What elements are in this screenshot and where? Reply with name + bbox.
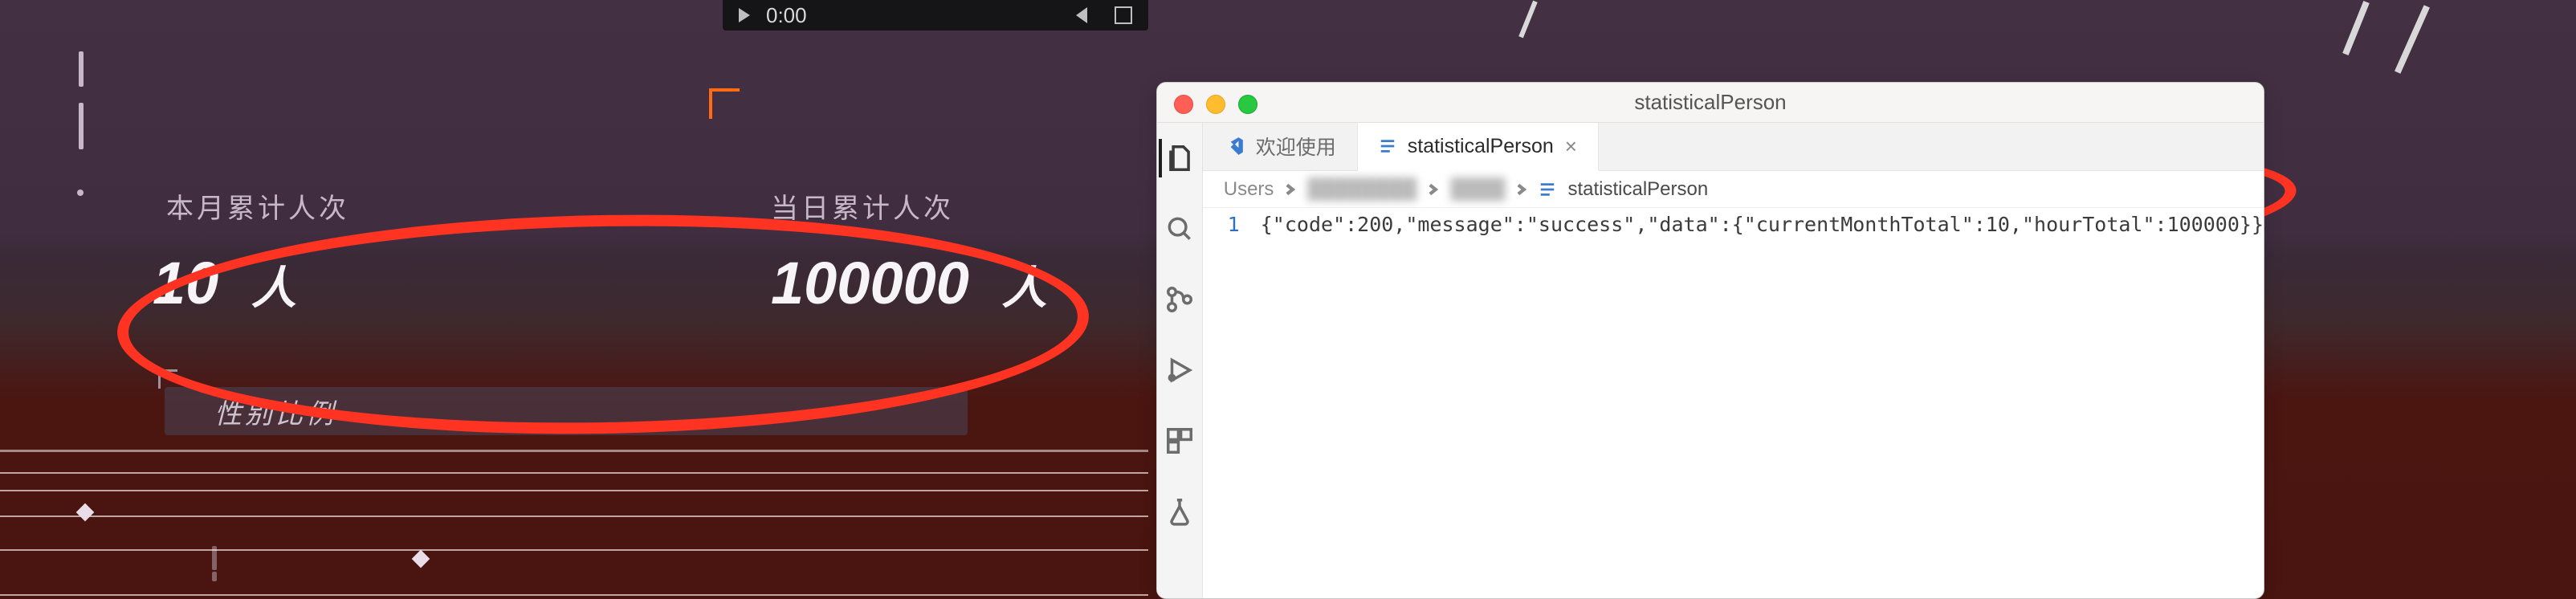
editor-area: 欢迎使用 statisticalPerson × Users ████████ … xyxy=(1203,123,2264,599)
breadcrumb-blur-1: ████████ xyxy=(1307,178,1416,201)
window-titlebar[interactable]: statisticalPerson xyxy=(1157,83,2264,123)
metric-label-day: 当日累计人次 xyxy=(771,186,954,226)
debug-icon[interactable] xyxy=(1160,351,1199,389)
window-traffic-lights xyxy=(1174,95,1257,114)
tab-row: 欢迎使用 statisticalPerson × xyxy=(1203,123,2264,171)
vscode-window: statisticalPerson 欢迎使用 statisticalPerson… xyxy=(1156,82,2264,599)
fullscreen-icon[interactable] xyxy=(1115,6,1132,24)
chevron-right-icon xyxy=(1516,184,1527,195)
file-lines-icon xyxy=(1379,137,1396,155)
tab-welcome[interactable]: 欢迎使用 xyxy=(1203,122,1358,170)
chevron-right-icon xyxy=(1285,184,1296,195)
breadcrumb-file: statisticalPerson xyxy=(1567,178,1708,201)
breadcrumb-root: Users xyxy=(1224,178,1274,201)
window-title: statisticalPerson xyxy=(1634,90,1786,115)
source-control-icon[interactable] xyxy=(1160,280,1199,319)
chevron-right-icon xyxy=(1428,184,1439,195)
breadcrumb-blur-2: ████ xyxy=(1450,178,1505,201)
corner-frame-icon xyxy=(709,88,740,119)
search-icon[interactable] xyxy=(1160,210,1199,248)
explorer-icon[interactable] xyxy=(1159,139,1197,177)
code-line[interactable]: {"code":200,"message":"success","data":{… xyxy=(1261,213,2264,236)
extensions-icon[interactable] xyxy=(1160,422,1199,460)
maximize-window-button[interactable] xyxy=(1238,95,1257,114)
close-icon[interactable]: × xyxy=(1565,134,1577,159)
tab-file-label: statisticalPerson xyxy=(1408,135,1554,158)
video-time: 0:00 xyxy=(766,3,807,28)
volume-icon[interactable] xyxy=(1076,6,1098,24)
activity-bar xyxy=(1157,123,1203,599)
file-lines-icon xyxy=(1539,181,1556,198)
tab-welcome-label: 欢迎使用 xyxy=(1256,132,1336,161)
code-area[interactable]: 1 {"code":200,"message":"success","data"… xyxy=(1203,208,2264,241)
vscode-logo-icon xyxy=(1224,136,1245,157)
video-controls: 0:00 xyxy=(723,0,1148,31)
minimize-window-button[interactable] xyxy=(1206,95,1225,114)
play-icon[interactable] xyxy=(739,8,750,22)
tab-file[interactable]: statisticalPerson × xyxy=(1358,123,1599,171)
metric-label-month: 本月累计人次 xyxy=(166,186,349,226)
close-window-button[interactable] xyxy=(1174,95,1193,114)
line-number: 1 xyxy=(1203,213,1261,236)
running-track xyxy=(0,450,1148,599)
breadcrumb[interactable]: Users ████████ ████ statisticalPerson xyxy=(1203,171,2264,208)
flask-icon[interactable] xyxy=(1160,492,1199,531)
